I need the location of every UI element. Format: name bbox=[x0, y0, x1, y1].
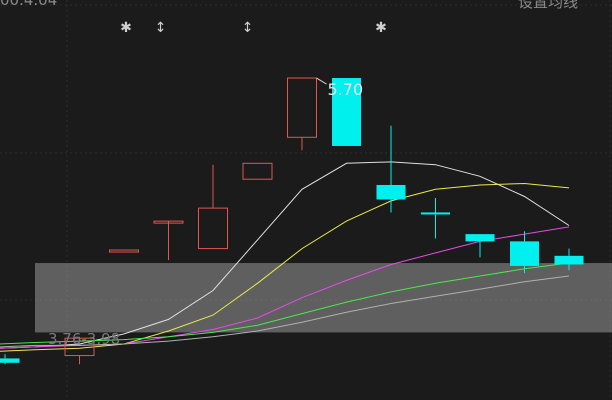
candle bbox=[109, 249, 139, 253]
event-asterisk-icon: ✱ bbox=[120, 20, 132, 36]
candle-body-down bbox=[0, 358, 20, 363]
candle bbox=[153, 220, 184, 261]
price-range-band bbox=[35, 263, 612, 333]
price-readout: 00.4.04 bbox=[0, 0, 58, 9]
candle bbox=[0, 354, 20, 365]
candle bbox=[465, 234, 495, 258]
candle bbox=[376, 125, 406, 213]
candle bbox=[287, 77, 317, 151]
candle bbox=[421, 197, 450, 239]
candle-body-down bbox=[465, 234, 495, 242]
candle bbox=[242, 162, 273, 180]
event-arrow-icon: ↕ bbox=[242, 20, 254, 36]
candle-body-up bbox=[242, 162, 273, 180]
candle bbox=[198, 164, 228, 250]
event-asterisk-icon: ✱ bbox=[375, 20, 387, 36]
kline-chart: ✱ ↕ ↕ ✱ 5.70 3.76-3.98 bbox=[0, 0, 612, 400]
candle-body-down bbox=[554, 255, 584, 265]
candle-body-up bbox=[109, 249, 139, 253]
high-label-leader bbox=[316, 77, 327, 85]
candle-body-up bbox=[198, 207, 228, 250]
high-price-label: 5.70 bbox=[328, 80, 364, 99]
range-label: 3.76-3.98 bbox=[48, 330, 120, 348]
event-arrow-icon: ↕ bbox=[155, 20, 167, 36]
candle-body-down bbox=[510, 241, 539, 266]
candle-body-up bbox=[287, 77, 317, 138]
candle-body-down bbox=[376, 184, 406, 200]
candle-body-down bbox=[421, 212, 450, 215]
kline-chart-panel: ✱ ↕ ↕ ✱ 5.70 3.76-3.98 00.4.04 设置均线 bbox=[0, 0, 612, 400]
ma-settings-button[interactable]: 设置均线 bbox=[518, 0, 578, 12]
